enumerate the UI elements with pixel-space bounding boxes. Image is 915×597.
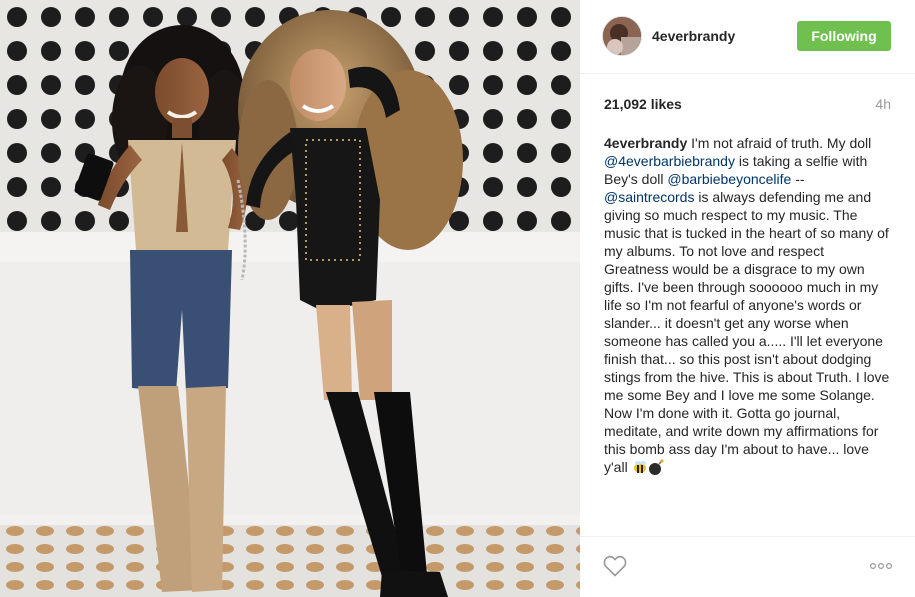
post-header: 4everbrandy Following (580, 0, 915, 74)
mention-link-1[interactable]: @4everbarbiebrandy (604, 153, 735, 169)
following-button[interactable]: Following (797, 21, 891, 51)
caption-text-4: is always defending me and giving so muc… (604, 189, 890, 475)
post-caption: 4everbrandy I'm not afraid of truth. My … (604, 134, 892, 479)
caption-text-3: -- (791, 171, 805, 187)
post-timestamp[interactable]: 4h (875, 96, 891, 112)
avatar-image (603, 17, 641, 55)
mention-link-2[interactable]: @barbiebeyoncelife (667, 171, 791, 187)
bomb-emoji-icon (648, 459, 664, 479)
mention-link-3[interactable]: @saintrecords (604, 189, 694, 205)
likes-count[interactable]: 21,092 likes (604, 96, 682, 112)
heart-icon[interactable] (603, 555, 627, 577)
post-actions (580, 536, 915, 597)
post-photo[interactable] (0, 0, 580, 597)
bee-emoji-icon (632, 459, 648, 479)
post-side-panel: 4everbrandy Following 21,092 likes 4h 4e… (580, 0, 915, 597)
caption-text-1: I'm not afraid of truth. My doll (687, 135, 872, 151)
caption-username[interactable]: 4everbrandy (604, 135, 687, 151)
avatar[interactable] (602, 16, 642, 56)
photo-illustration (0, 0, 580, 597)
username-link[interactable]: 4everbrandy (652, 28, 735, 44)
more-options-icon[interactable] (869, 561, 893, 571)
